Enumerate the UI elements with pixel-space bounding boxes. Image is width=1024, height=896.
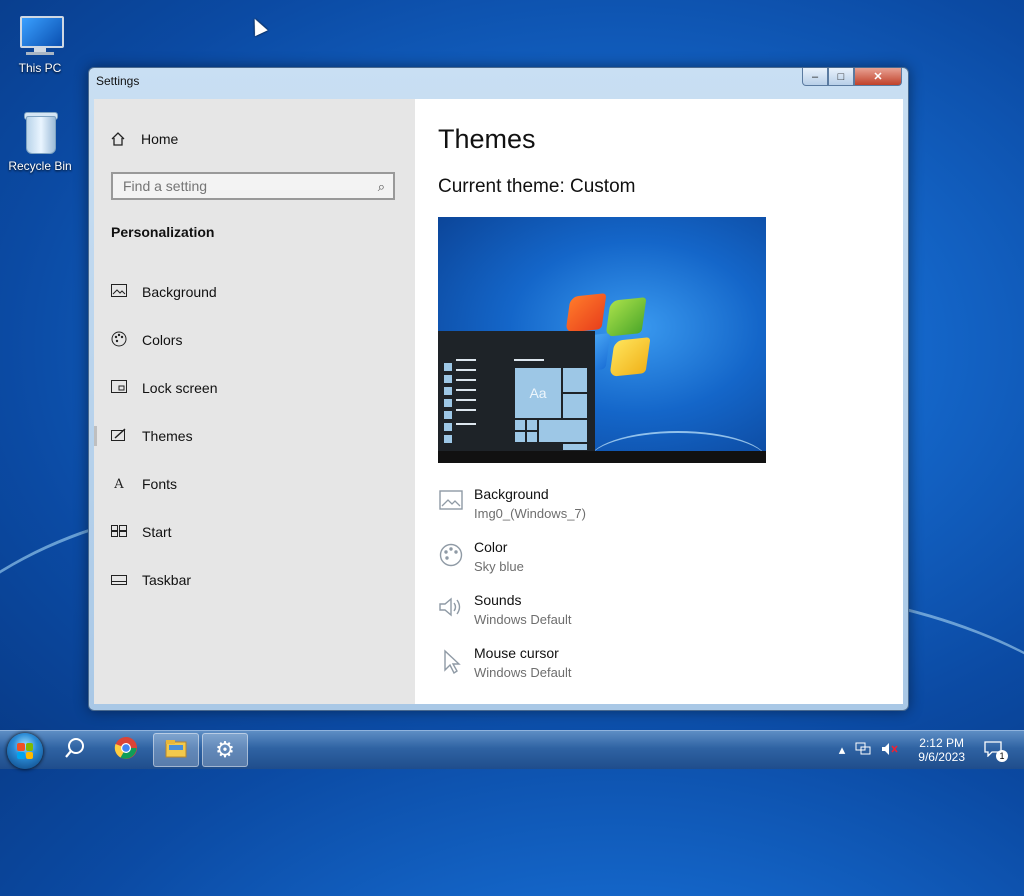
sidebar-item-colors[interactable]: Colors (94, 320, 415, 360)
start-button[interactable] (7, 733, 43, 769)
property-value: Img0_(Windows_7) (474, 506, 586, 521)
sidebar-item-label: Background (142, 284, 217, 300)
action-center-button[interactable]: 1 (984, 740, 1008, 762)
property-title: Sounds (474, 592, 522, 608)
maximize-button[interactable]: □ (828, 68, 854, 86)
theme-property-sounds[interactable]: Sounds Windows Default (438, 592, 878, 636)
mouse-cursor-icon (248, 15, 268, 37)
speaker-icon (438, 596, 464, 622)
property-value: Windows Default (474, 665, 572, 680)
recycle-bin-icon (16, 108, 64, 156)
sidebar-item-start[interactable]: Start (94, 512, 415, 552)
property-title: Color (474, 539, 508, 555)
home-label: Home (141, 131, 179, 147)
property-value: Sky blue (474, 559, 524, 574)
theme-property-mouse-cursor[interactable]: Mouse cursor Windows Default (438, 645, 878, 689)
desktop-icon-label: This PC (18, 61, 62, 75)
settings-window: Settings – □ ✕ Home ⌕ Personalization (88, 67, 909, 711)
sidebar-item-label: Colors (142, 332, 183, 348)
chrome-icon (114, 736, 138, 765)
theme-property-background[interactable]: Background Img0_(Windows_7) (438, 486, 878, 530)
clock-time: 2:12 PM (919, 736, 964, 750)
taskbar-chrome-button[interactable] (103, 733, 149, 767)
home-icon (110, 131, 126, 147)
show-hidden-icons-chevron-icon[interactable]: ▴ (839, 742, 846, 758)
search-icon: ⌕ (377, 179, 385, 194)
palette-icon (110, 331, 128, 350)
cursor-icon (438, 649, 464, 675)
lock-screen-icon (110, 380, 128, 396)
current-theme-heading: Current theme: Custom (438, 176, 636, 197)
brush-icon (110, 427, 128, 445)
content-pane: Themes Current theme: Custom Aa Backgrou… (415, 99, 903, 704)
sidebar-item-themes[interactable]: Themes (94, 416, 415, 456)
desktop-icon-label: Recycle Bin (8, 159, 72, 173)
window-title: Settings (96, 74, 140, 88)
taskbar-settings-button[interactable]: ⚙ (202, 733, 248, 767)
search-box[interactable]: ⌕ (111, 172, 395, 200)
sidebar-item-label: Themes (142, 428, 193, 444)
theme-preview: Aa (438, 217, 766, 463)
search-icon (64, 737, 86, 764)
notification-count-badge: 1 (996, 749, 1008, 762)
theme-property-color[interactable]: Color Sky blue (438, 539, 878, 583)
sidebar-item-label: Lock screen (142, 380, 218, 396)
sidebar-item-label: Taskbar (142, 572, 192, 588)
sidebar-item-label: Fonts (142, 476, 178, 492)
file-explorer-icon (164, 737, 188, 764)
palette-icon (438, 543, 464, 569)
sidebar-item-fonts[interactable]: A Fonts (94, 464, 415, 504)
taskbar-icon (110, 573, 128, 588)
sidebar-item-label: Start (142, 524, 172, 540)
minimize-button[interactable]: – (802, 68, 828, 86)
sidebar-item-background[interactable]: Background (94, 272, 415, 312)
desktop-icon-recycle-bin[interactable]: Recycle Bin (0, 108, 80, 173)
page-title: Themes (438, 124, 536, 154)
start-tiles-icon (110, 524, 128, 540)
section-title: Personalization (111, 224, 215, 240)
settings-gear-icon: ⚙ (215, 737, 235, 762)
property-title: Mouse cursor (474, 645, 559, 661)
taskbar-search-button[interactable] (52, 733, 98, 767)
volume-muted-icon[interactable] (881, 742, 899, 759)
system-tray: ▴ 2:12 PM 9/6/2023 1 (834, 731, 1024, 769)
start-menu-preview: Aa (438, 331, 595, 451)
system-clock[interactable]: 2:12 PM 9/6/2023 (918, 736, 965, 764)
sidebar-item-lock-screen[interactable]: Lock screen (94, 368, 415, 408)
windows-logo-icon (17, 743, 33, 759)
sidebar: Home ⌕ Personalization Background Colors (94, 99, 415, 704)
font-icon: A (114, 476, 124, 492)
taskbar: ⚙ ▴ 2:12 PM 9/6/2023 1 (0, 730, 1024, 769)
property-value: Windows Default (474, 612, 572, 627)
sidebar-home[interactable]: Home (110, 131, 178, 147)
close-button[interactable]: ✕ (854, 68, 902, 86)
property-title: Background (474, 486, 549, 502)
search-input[interactable] (113, 174, 363, 198)
image-icon (110, 284, 128, 300)
clock-date: 9/6/2023 (918, 750, 965, 764)
preview-tile: Aa (514, 367, 562, 419)
desktop-icon-this-pc[interactable]: This PC (0, 10, 80, 75)
sidebar-item-taskbar[interactable]: Taskbar (94, 560, 415, 600)
computer-icon (16, 10, 64, 58)
taskbar-file-explorer-button[interactable] (153, 733, 199, 767)
image-icon (438, 490, 464, 516)
network-icon[interactable] (855, 742, 871, 759)
